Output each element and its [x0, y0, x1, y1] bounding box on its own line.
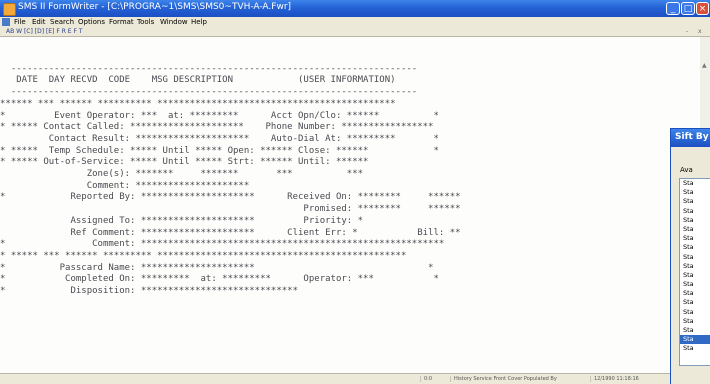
- form-line[interactable]: * Passcard Name: ********************* *: [0, 263, 690, 275]
- toolbar-buttons[interactable]: AB W [C] [D] [E] F R E F T: [6, 27, 83, 36]
- menu-format[interactable]: Format: [109, 17, 134, 27]
- form-line[interactable]: * ***** Contact Called: ****************…: [0, 122, 690, 134]
- menu-search[interactable]: Search: [50, 17, 74, 27]
- list-item[interactable]: Sta: [680, 271, 710, 280]
- form-line[interactable]: Zone(s): ******* ******* *** ***: [0, 169, 690, 181]
- status-position: 0:0: [420, 376, 432, 382]
- menu-window[interactable]: Window: [160, 17, 188, 27]
- title-bar[interactable]: SMS II FormWriter - [C:\PROGRA~1\SMS\SMS…: [0, 0, 710, 17]
- status-message: History Service Front Cover Populated By: [450, 376, 557, 382]
- form-line[interactable]: * Reported By: ********************* Rec…: [0, 192, 690, 204]
- form-line[interactable]: ----------------------------------------…: [0, 87, 690, 99]
- document-icon[interactable]: [2, 18, 10, 26]
- form-line[interactable]: Assigned To: ********************* Prior…: [0, 216, 690, 228]
- list-item[interactable]: Sta: [680, 335, 710, 345]
- list-item[interactable]: Sta: [680, 344, 710, 353]
- status-bar: 0:0 History Service Front Cover Populate…: [0, 373, 710, 384]
- list-item[interactable]: Sta: [680, 253, 710, 262]
- form-line[interactable]: * ***** Out-of-Service: ***** Until ****…: [0, 157, 690, 169]
- menu-help[interactable]: Help: [191, 17, 207, 27]
- list-item[interactable]: Sta: [680, 262, 710, 271]
- form-line[interactable]: DATE DAY RECVD CODE MSG DESCRIPTION (USE…: [0, 75, 690, 87]
- dialog-title-bar[interactable]: Sift By: [671, 129, 710, 147]
- scroll-arrow-icon[interactable]: ▲: [702, 62, 707, 69]
- list-item[interactable]: Sta: [680, 197, 710, 206]
- available-list[interactable]: Sta Sta Sta Sta Sta Sta Sta Sta Sta Sta Sta Sta Sta S…: [679, 178, 710, 366]
- available-label: Ava: [680, 166, 693, 174]
- mdi-close-button[interactable]: x: [698, 27, 702, 36]
- menu-edit[interactable]: Edit: [32, 17, 46, 27]
- form-line[interactable]: * ***** Temp Schedule: ***** Until *****…: [0, 146, 690, 158]
- form-line[interactable]: * Completed On: ********* at: ********* …: [0, 274, 690, 286]
- form-line[interactable]: Contact Result: ********************* Au…: [0, 134, 690, 146]
- form-line[interactable]: ****** *** ****** ********** ***********…: [0, 99, 690, 111]
- list-item[interactable]: Sta: [680, 298, 710, 307]
- form-line[interactable]: Promised: ******** ******: [0, 204, 690, 216]
- dialog-title: Sift By: [675, 132, 709, 142]
- list-item[interactable]: Sta: [680, 289, 710, 298]
- list-item[interactable]: Sta: [680, 225, 710, 234]
- list-item[interactable]: Sta: [680, 308, 710, 317]
- form-line[interactable]: * Comment: *****************************…: [0, 239, 690, 251]
- menu-tools[interactable]: Tools: [137, 17, 154, 27]
- form-line[interactable]: Comment: *********************: [0, 181, 690, 193]
- list-item[interactable]: Sta: [680, 188, 710, 197]
- form-line[interactable]: Ref Comment: ********************* Clien…: [0, 228, 690, 240]
- form-line[interactable]: * Event Operator: *** at: ********* Acct…: [0, 111, 690, 123]
- toolbar: AB W [C] [D] [E] F R E F T - x: [0, 27, 710, 37]
- form-line[interactable]: * ***** *** ****** ********* ***********…: [0, 251, 690, 263]
- list-item[interactable]: Sta: [680, 280, 710, 289]
- list-item[interactable]: Sta: [680, 234, 710, 243]
- close-button[interactable]: ×: [696, 2, 709, 15]
- mdi-minimize-button[interactable]: -: [686, 27, 688, 36]
- maximize-button[interactable]: □: [681, 2, 695, 15]
- list-item[interactable]: Sta: [680, 243, 710, 252]
- list-item[interactable]: Sta: [680, 207, 710, 216]
- list-item[interactable]: Sta: [680, 317, 710, 326]
- menu-bar: File Edit Search Options Format Tools Wi…: [0, 17, 710, 27]
- form-layout-text[interactable]: ----------------------------------------…: [0, 52, 690, 298]
- minimize-button[interactable]: _: [666, 2, 680, 15]
- menu-file[interactable]: File: [14, 17, 26, 27]
- sift-by-dialog: Sift By Ava Sta Sta Sta Sta Sta Sta Sta Sta Sta S…: [670, 128, 710, 384]
- form-line[interactable]: [0, 52, 690, 64]
- list-item[interactable]: Sta: [680, 179, 710, 188]
- form-line[interactable]: * Disposition: *************************…: [0, 286, 690, 298]
- form-line[interactable]: ----------------------------------------…: [0, 64, 690, 76]
- menu-options[interactable]: Options: [78, 17, 105, 27]
- app-icon[interactable]: [3, 3, 16, 16]
- formwriter-window: SMS II FormWriter - [C:\PROGRA~1\SMS\SMS…: [0, 0, 710, 384]
- list-item[interactable]: Sta: [680, 326, 710, 335]
- status-timestamp: 12/1990 11:18:16: [590, 376, 639, 382]
- list-item[interactable]: Sta: [680, 216, 710, 225]
- window-title: SMS II FormWriter - [C:\PROGRA~1\SMS\SMS…: [18, 2, 292, 12]
